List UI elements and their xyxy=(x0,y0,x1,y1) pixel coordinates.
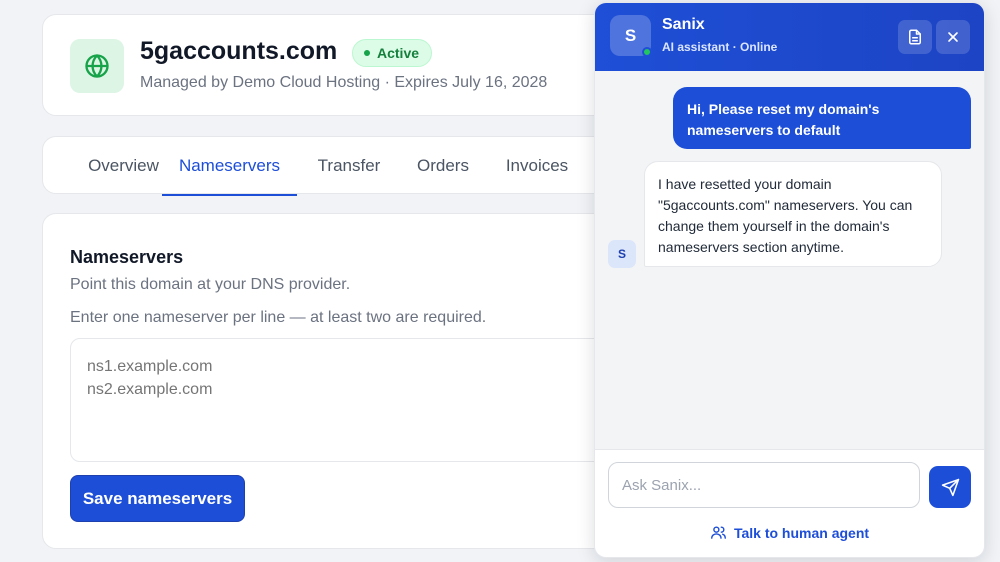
document-icon xyxy=(909,29,921,45)
send-icon xyxy=(941,478,959,496)
close-icon xyxy=(948,32,958,42)
users-icon xyxy=(711,526,726,539)
transcript-button[interactable] xyxy=(898,20,932,54)
online-status-icon xyxy=(642,47,652,57)
tab-bar: Overview Nameservers Transfer Orders Inv… xyxy=(42,136,662,196)
status-dot-icon xyxy=(364,50,370,56)
talk-to-human-link[interactable]: Talk to human agent xyxy=(595,524,984,541)
chat-input[interactable] xyxy=(608,462,920,508)
tab-transfer[interactable]: Transfer xyxy=(306,137,392,195)
domain-name: 5gaccounts.com xyxy=(140,37,338,65)
tab-orders[interactable]: Orders xyxy=(407,137,479,195)
user-message: Hi, Please reset my domain's nameservers… xyxy=(673,87,971,149)
send-button[interactable] xyxy=(929,466,971,508)
save-nameservers-button[interactable]: Save nameservers xyxy=(70,475,245,522)
tab-nameservers[interactable]: Nameservers xyxy=(162,137,297,196)
nameservers-card: Nameservers Point this domain at your DN… xyxy=(42,213,662,549)
nameservers-help-text: Enter one nameserver per line — at least… xyxy=(70,309,487,326)
status-badge: Active xyxy=(352,39,433,67)
tab-invoices[interactable]: Invoices xyxy=(497,137,577,195)
domain-header-card: 5gaccounts.com Active Managed by Demo Cl… xyxy=(42,14,662,116)
domain-subtitle: Managed by Demo Cloud Hosting · Expires … xyxy=(140,74,548,91)
assistant-name: Sanix xyxy=(662,16,705,33)
status-label: Active xyxy=(377,45,420,61)
domain-page: 5gaccounts.com Active Managed by Demo Cl… xyxy=(0,0,1000,562)
nameservers-subtitle: Point this domain at your DNS provider. xyxy=(70,276,351,293)
nameservers-title: Nameservers xyxy=(70,247,184,267)
chat-footer: Talk to human agent xyxy=(595,449,984,557)
assistant-status: AI assistant · Online xyxy=(662,40,778,54)
assistant-message-avatar: S xyxy=(608,240,636,268)
close-chat-button[interactable] xyxy=(936,20,970,54)
chat-header: S Sanix AI assistant · Online xyxy=(595,3,984,71)
nameservers-input[interactable] xyxy=(70,338,630,462)
chat-panel: S Sanix AI assistant · Online Hi, Please xyxy=(594,2,985,558)
globe-icon xyxy=(70,39,124,93)
assistant-message: I have resetted your domain "5gaccounts.… xyxy=(644,161,942,267)
talk-to-human-label: Talk to human agent xyxy=(733,524,870,541)
